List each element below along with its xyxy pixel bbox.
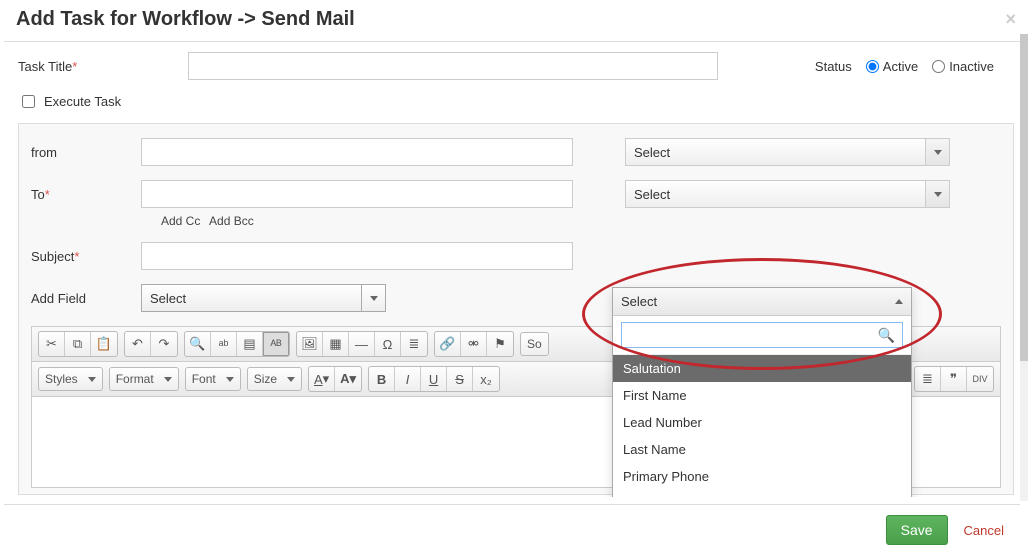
bgcolor-icon[interactable]: A▾: [335, 367, 361, 391]
selectall-icon[interactable]: ▤: [237, 332, 263, 356]
dropdown-list[interactable]: Salutation First Name Lead Number Last N…: [613, 355, 911, 497]
blockquote-icon[interactable]: ❞: [941, 367, 967, 391]
execute-task-label: Execute Task: [44, 94, 121, 109]
modal-footer: Save Cancel: [4, 504, 1020, 555]
add-bcc-link[interactable]: Add Bcc: [209, 214, 254, 228]
dropdown-item[interactable]: Primary Phone: [613, 463, 911, 490]
chevron-down-icon: [361, 285, 385, 311]
subject-input[interactable]: [141, 242, 573, 270]
chevron-down-icon: [925, 181, 949, 207]
status-active-radio[interactable]: Active: [866, 59, 918, 74]
div-icon[interactable]: DIV: [967, 367, 993, 391]
dropdown-header[interactable]: Select: [613, 288, 911, 316]
from-label: from: [31, 145, 141, 160]
spellcheck-icon[interactable]: ᴬᴮ: [263, 332, 289, 356]
to-select[interactable]: Select: [625, 180, 950, 208]
subject-field-dropdown: Select 🔍 Salutation First Name Lead Numb…: [612, 287, 912, 497]
task-title-input[interactable]: [188, 52, 718, 80]
modal-title: Add Task for Workflow -> Send Mail: [16, 8, 355, 31]
size-dropdown[interactable]: Size: [247, 367, 302, 391]
bold-icon[interactable]: B: [369, 367, 395, 391]
redo-icon[interactable]: ↷: [151, 332, 177, 356]
to-input[interactable]: [141, 180, 573, 208]
replace-icon[interactable]: ᵃᵇ: [211, 332, 237, 356]
from-select[interactable]: Select: [625, 138, 950, 166]
font-dropdown[interactable]: Font: [185, 367, 241, 391]
dropdown-item[interactable]: First Name: [613, 382, 911, 409]
undo-icon[interactable]: ↶: [125, 332, 151, 356]
modal-body: Task Title* Status Active Inactive Execu…: [4, 42, 1028, 497]
add-field-select[interactable]: Select: [141, 284, 386, 312]
modal-header: Add Task for Workflow -> Send Mail ×: [4, 0, 1028, 42]
dropdown-item[interactable]: Salutation: [613, 355, 911, 382]
dropdown-item[interactable]: Company: [613, 490, 911, 497]
textcolor-icon[interactable]: A▾: [309, 367, 335, 391]
to-label: To*: [31, 187, 141, 202]
add-field-label: Add Field: [31, 291, 141, 306]
underline-icon[interactable]: U: [421, 367, 447, 391]
cancel-link[interactable]: Cancel: [964, 523, 1004, 538]
paste-icon[interactable]: 📋: [91, 332, 117, 356]
hr-icon[interactable]: —: [349, 332, 375, 356]
add-cc-link[interactable]: Add Cc: [161, 214, 200, 228]
italic-icon[interactable]: I: [395, 367, 421, 391]
format-dropdown[interactable]: Format: [109, 367, 179, 391]
cut-icon[interactable]: ✂: [39, 332, 65, 356]
dropdown-item[interactable]: Last Name: [613, 436, 911, 463]
chevron-down-icon: [925, 139, 949, 165]
task-title-label: Task Title*: [18, 59, 188, 74]
subscript-icon[interactable]: x₂: [473, 367, 499, 391]
scrollbar[interactable]: [1020, 34, 1028, 501]
dropdown-search-input[interactable]: [621, 322, 903, 348]
find-icon[interactable]: 🔍: [185, 332, 211, 356]
status-label: Status: [815, 59, 852, 74]
strike-icon[interactable]: S: [447, 367, 473, 391]
styles-dropdown[interactable]: Styles: [38, 367, 103, 391]
from-input[interactable]: [141, 138, 573, 166]
table-icon[interactable]: ▦: [323, 332, 349, 356]
chevron-up-icon: [895, 299, 903, 304]
anchor-icon[interactable]: ⚑: [487, 332, 513, 356]
link-icon[interactable]: 🔗: [435, 332, 461, 356]
source-button[interactable]: So: [520, 332, 549, 356]
save-button[interactable]: Save: [886, 515, 948, 545]
status-inactive-radio[interactable]: Inactive: [932, 59, 994, 74]
indent-icon[interactable]: ≣: [915, 367, 941, 391]
execute-task-checkbox[interactable]: [22, 95, 35, 108]
subject-label: Subject*: [31, 249, 141, 264]
image-icon[interactable]: 🖼: [297, 332, 323, 356]
specialchar-icon[interactable]: Ω: [375, 332, 401, 356]
unlink-icon[interactable]: ⚮: [461, 332, 487, 356]
close-icon[interactable]: ×: [1005, 9, 1016, 30]
dropdown-item[interactable]: Lead Number: [613, 409, 911, 436]
search-icon: 🔍: [878, 327, 895, 344]
copy-icon[interactable]: ⧉: [65, 332, 91, 356]
pagebreak-icon[interactable]: ≣: [401, 332, 427, 356]
